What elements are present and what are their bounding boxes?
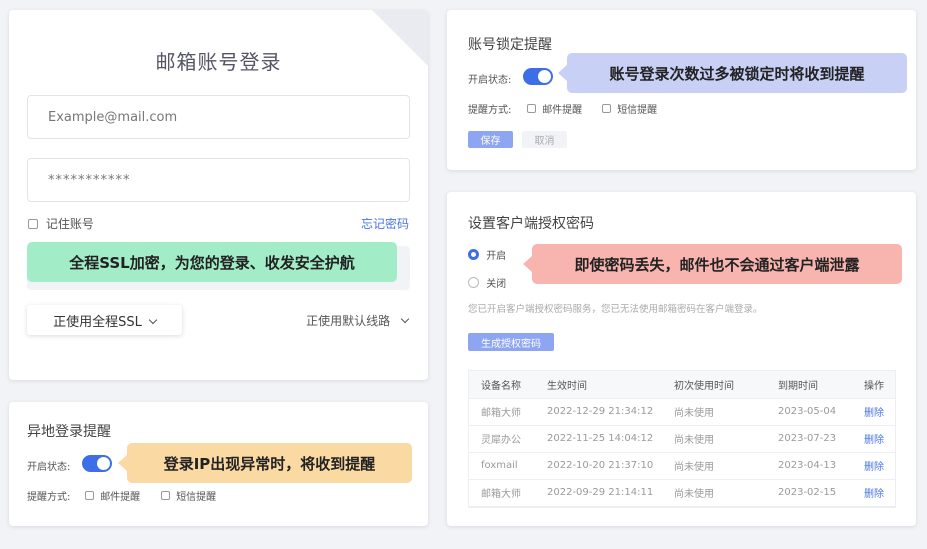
lock-email-checkbox[interactable]: [527, 104, 536, 113]
remote-sms-label: 短信提醒: [176, 492, 217, 503]
table-row: foxmail 2022-10-20 21:37:10 尚未使用 2023-04…: [469, 452, 895, 480]
cell-device: foxmail: [469, 452, 535, 480]
remember-checkbox[interactable]: [28, 218, 38, 229]
cell-effective: 2022-12-29 21:34:12: [535, 398, 662, 426]
col-expire: 到期时间: [766, 371, 852, 399]
remote-alert-title: 异地登录提醒: [27, 424, 111, 440]
cell-expire: 2023-07-23: [766, 425, 852, 453]
remote-sms-checkbox[interactable]: [161, 491, 170, 500]
lock-sms-label: 短信提醒: [617, 105, 658, 116]
password-input[interactable]: ***********: [27, 158, 410, 202]
remote-alert-callout: 登录IP出现异常时，将收到提醒: [118, 443, 412, 483]
delete-link[interactable]: 删除: [852, 479, 895, 507]
radio-on-option[interactable]: 开启: [468, 247, 506, 262]
remote-option-sms[interactable]: 短信提醒: [161, 488, 216, 503]
table-header-row: 设备名称 生效时间 初次使用时间 到期时间 操作: [469, 371, 895, 399]
col-device: 设备名称: [469, 371, 535, 399]
remote-status-label: 开启状态:: [27, 462, 71, 473]
ssl-dropdown[interactable]: 正使用全程SSL: [27, 305, 182, 335]
client-auth-title: 设置客户端授权密码: [468, 216, 594, 232]
generate-password-button[interactable]: 生成授权密码: [468, 333, 554, 351]
lock-email-label: 邮件提醒: [542, 105, 583, 116]
col-first-use: 初次使用时间: [662, 371, 766, 399]
email-placeholder: Example@mail.com: [48, 109, 178, 125]
ssl-callout: 全程SSL加密，为您的登录、收发安全护航: [27, 242, 397, 282]
route-dropdown[interactable]: 正使用默认线路: [306, 312, 410, 329]
remote-method-label: 提醒方式:: [27, 492, 71, 503]
lock-option-email[interactable]: 邮件提醒: [527, 101, 582, 116]
password-value: ***********: [48, 172, 131, 188]
remote-status-toggle[interactable]: [82, 455, 112, 472]
table-row: 灵犀办公 2022-11-25 14:04:12 尚未使用 2023-07-23…: [469, 425, 895, 453]
forgot-password-link[interactable]: 忘记密码: [361, 215, 409, 232]
radio-off[interactable]: [468, 277, 479, 288]
cell-first-use: 尚未使用: [662, 479, 766, 507]
lock-alert-card: 账号锁定提醒 开启状态: 账号登录次数过多被锁定时将收到提醒 提醒方式: 邮件提…: [447, 10, 916, 170]
col-action: 操作: [852, 371, 895, 399]
lock-option-sms[interactable]: 短信提醒: [602, 101, 657, 116]
table-row: 邮箱大师 2022-09-29 21:14:11 尚未使用 2023-02-15…: [469, 479, 895, 507]
delete-link[interactable]: 删除: [852, 425, 895, 453]
cell-effective: 2022-11-25 14:04:12: [535, 425, 662, 453]
remote-email-label: 邮件提醒: [100, 492, 141, 503]
table-row: 邮箱大师 2022-12-29 21:34:12 尚未使用 2023-05-04…: [469, 398, 895, 426]
remote-option-email[interactable]: 邮件提醒: [85, 488, 140, 503]
remote-email-checkbox[interactable]: [85, 491, 94, 500]
chevron-down-icon: [148, 315, 158, 325]
remote-login-alert-card: 异地登录提醒 开启状态: 登录IP出现异常时，将收到提醒 提醒方式: 邮件提醒 …: [9, 402, 428, 526]
cell-first-use: 尚未使用: [662, 425, 766, 453]
radio-off-label: 关闭: [486, 279, 507, 290]
cell-effective: 2022-10-20 21:37:10: [535, 452, 662, 480]
lock-status-label: 开启状态:: [468, 75, 512, 86]
lock-method-label: 提醒方式:: [468, 105, 512, 116]
client-auth-card: 设置客户端授权密码 开启 关闭 即使密码丢失，邮件也不会通过客户端泄露 您已开启…: [447, 192, 916, 526]
lock-status-toggle[interactable]: [523, 68, 553, 85]
cancel-button[interactable]: 取消: [522, 131, 567, 148]
delete-link[interactable]: 删除: [852, 398, 895, 426]
email-input[interactable]: Example@mail.com: [27, 95, 410, 139]
lock-sms-checkbox[interactable]: [602, 104, 611, 113]
ssl-dropdown-label: 正使用全程SSL: [53, 314, 142, 330]
radio-on[interactable]: [468, 249, 479, 260]
chevron-down-icon: [400, 314, 410, 324]
email-login-card: 邮箱账号登录 Example@mail.com *********** 记住账号…: [9, 10, 428, 380]
lock-alert-callout: 账号登录次数过多被锁定时将收到提醒: [558, 53, 907, 93]
cell-effective: 2022-09-29 21:14:11: [535, 479, 662, 507]
cell-expire: 2023-02-15: [766, 479, 852, 507]
cell-first-use: 尚未使用: [662, 452, 766, 480]
radio-off-option[interactable]: 关闭: [468, 275, 506, 290]
delete-link[interactable]: 删除: [852, 452, 895, 480]
login-title: 邮箱账号登录: [155, 50, 282, 74]
save-button[interactable]: 保存: [468, 131, 513, 148]
client-auth-callout: 即使密码丢失，邮件也不会通过客户端泄露: [523, 244, 902, 284]
client-auth-description: 您已开启客户端授权密码服务，您已无法使用邮箱密码在客户端登录。: [468, 304, 763, 315]
device-table: 设备名称 生效时间 初次使用时间 到期时间 操作 邮箱大师 2022-12-29…: [468, 370, 896, 508]
cell-device: 邮箱大师: [469, 398, 535, 426]
col-effective: 生效时间: [535, 371, 662, 399]
cell-device: 灵犀办公: [469, 425, 535, 453]
cell-first-use: 尚未使用: [662, 398, 766, 426]
route-dropdown-label: 正使用默认线路: [306, 314, 391, 328]
cell-device: 邮箱大师: [469, 479, 535, 507]
cell-expire: 2023-05-04: [766, 398, 852, 426]
remember-account[interactable]: 记住账号: [28, 215, 94, 232]
lock-alert-title: 账号锁定提醒: [468, 37, 552, 53]
remember-label: 记住账号: [45, 217, 94, 231]
cell-expire: 2023-04-13: [766, 452, 852, 480]
radio-on-label: 开启: [486, 251, 507, 262]
